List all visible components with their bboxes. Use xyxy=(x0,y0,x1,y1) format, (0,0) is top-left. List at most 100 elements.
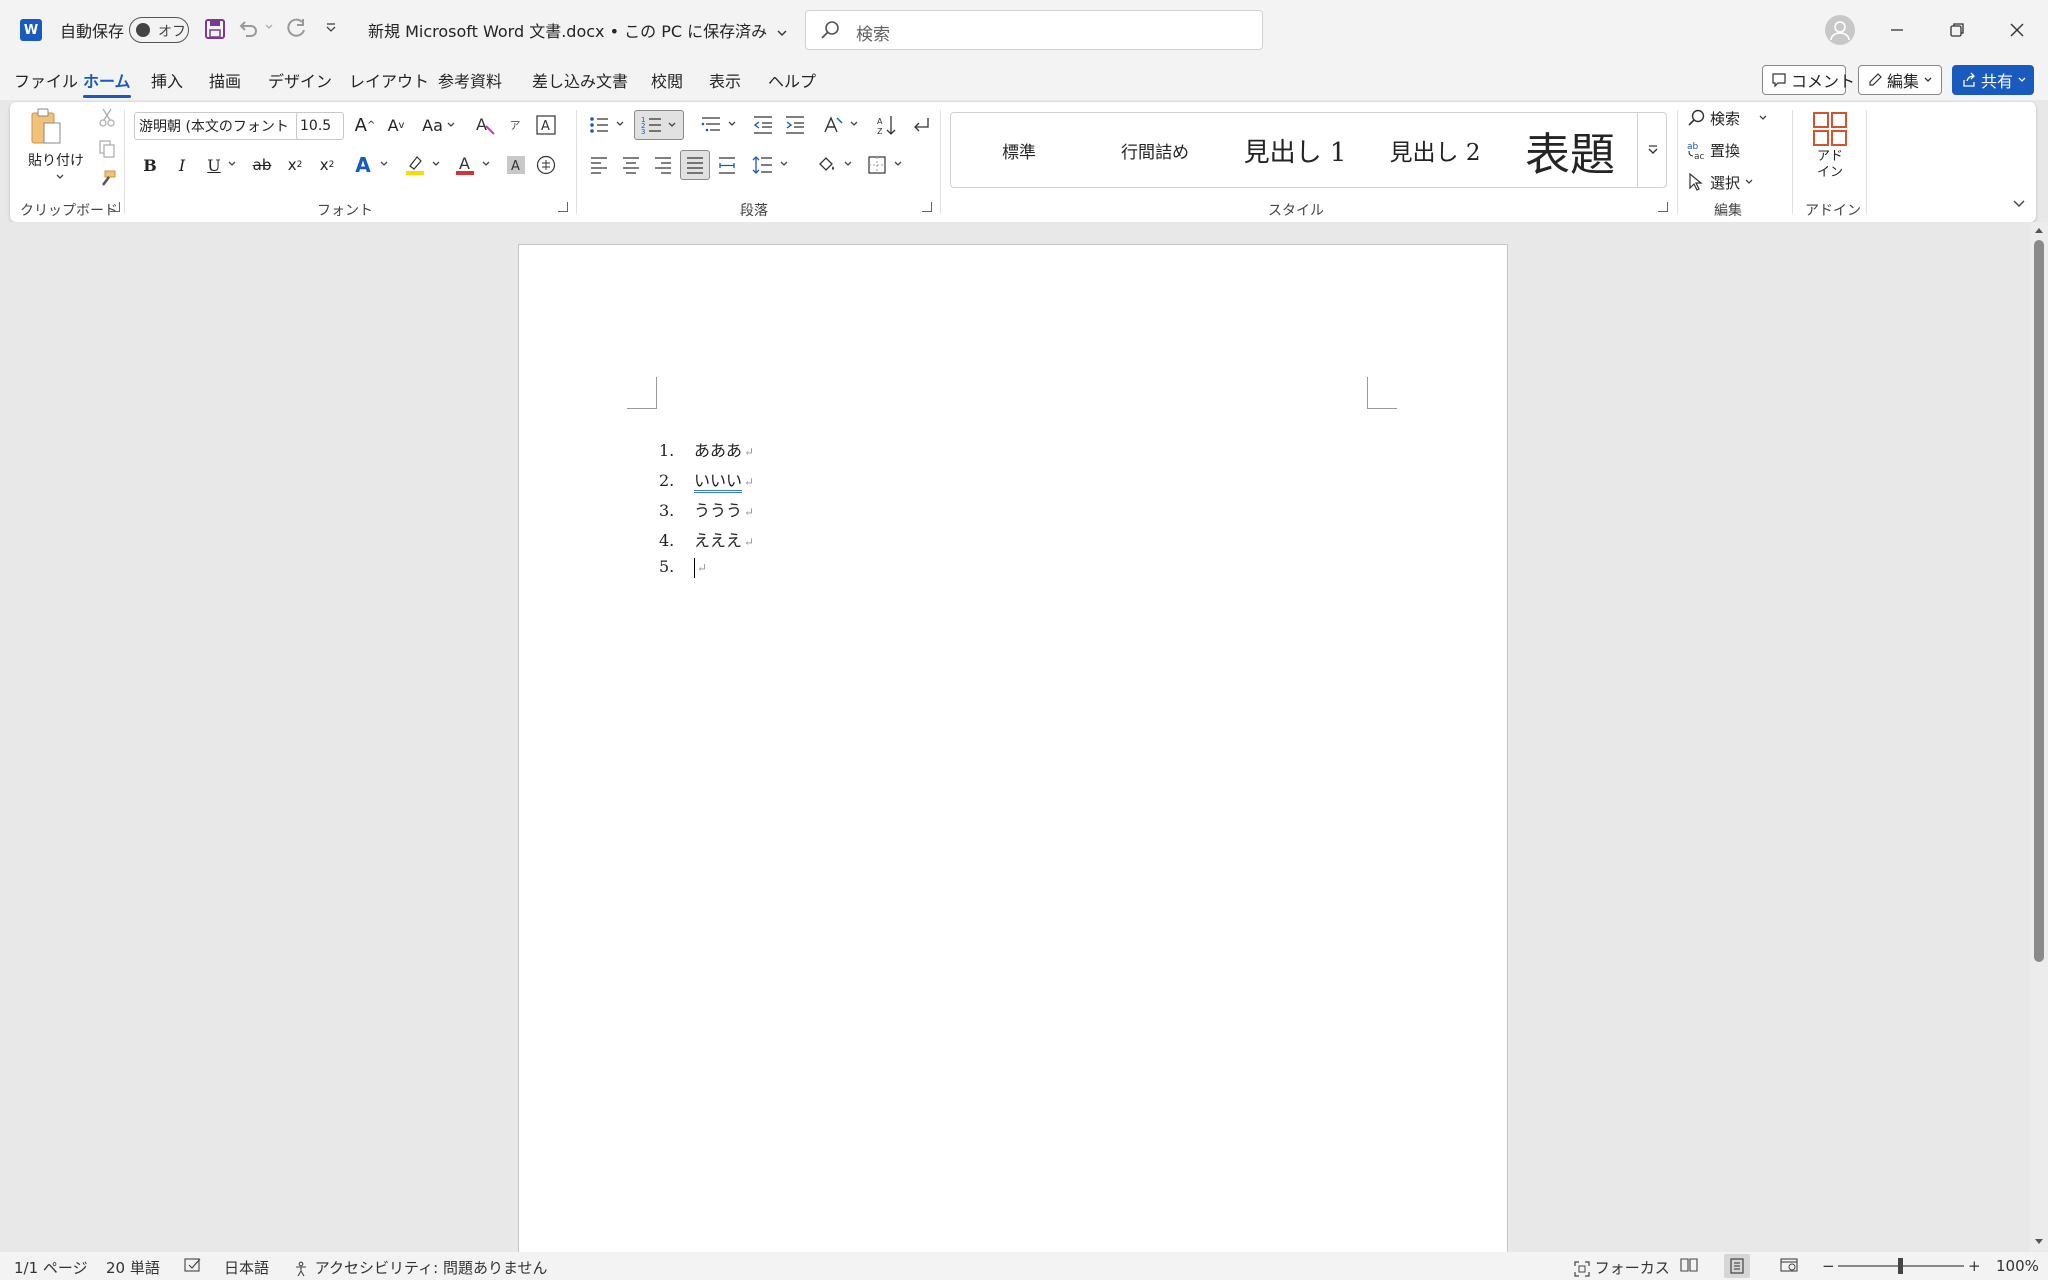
multilevel-dropdown-icon[interactable] xyxy=(726,118,738,130)
show-formatting-marks-icon[interactable] xyxy=(908,112,934,138)
zoom-out-icon[interactable]: − xyxy=(1822,1257,1835,1275)
clear-formatting-icon[interactable]: A xyxy=(472,112,498,138)
paste-button[interactable] xyxy=(28,106,64,148)
asian-layout-icon[interactable] xyxy=(820,112,846,138)
list-item[interactable]: 2. いいい ↵ xyxy=(659,467,754,493)
find-button[interactable]: 検索 xyxy=(1686,106,1786,130)
strikethrough-button[interactable]: ab xyxy=(248,152,276,178)
justify-icon[interactable] xyxy=(680,150,710,180)
align-center-icon[interactable] xyxy=(618,152,644,178)
shading-dropdown-icon[interactable] xyxy=(842,158,854,170)
highlight-icon[interactable] xyxy=(402,152,428,178)
bullets-icon[interactable] xyxy=(586,112,612,138)
style-heading-1[interactable]: 見出し 1 xyxy=(1223,113,1367,187)
list-item[interactable]: 1. あああ ↵ xyxy=(659,437,754,461)
tab-references[interactable]: 参考資料 xyxy=(438,68,502,92)
italic-button[interactable]: I xyxy=(170,152,194,178)
read-mode-icon[interactable] xyxy=(1680,1257,1698,1273)
copy-icon[interactable] xyxy=(96,138,118,160)
align-left-icon[interactable] xyxy=(586,152,612,178)
save-icon[interactable] xyxy=(204,18,226,40)
align-right-icon[interactable] xyxy=(650,152,676,178)
change-case-button[interactable]: Aa xyxy=(419,112,459,138)
scroll-up-icon[interactable] xyxy=(2034,226,2044,234)
scroll-thumb[interactable] xyxy=(2034,240,2044,962)
close-icon[interactable] xyxy=(2005,18,2029,42)
style-no-spacing[interactable]: 行間詰め xyxy=(1087,113,1223,187)
font-size-combo[interactable]: 10.5 xyxy=(296,112,344,140)
page-count[interactable]: 1/1 ページ xyxy=(14,1257,88,1278)
accessibility-status[interactable]: アクセシビリティ: 問題ありません xyxy=(294,1257,548,1278)
add-ins-button[interactable]: アド イン xyxy=(1806,106,1854,186)
language-indicator[interactable]: 日本語 xyxy=(224,1257,269,1278)
paragraph-launcher-icon[interactable] xyxy=(922,202,932,212)
text-effects-button[interactable]: A xyxy=(350,152,376,178)
format-painter-icon[interactable] xyxy=(96,168,118,190)
style-title[interactable]: 表題 xyxy=(1503,113,1637,187)
font-launcher-icon[interactable] xyxy=(558,202,568,212)
autosave-toggle[interactable]: オフ xyxy=(129,17,189,43)
tab-view[interactable]: 表示 xyxy=(709,68,741,92)
increase-indent-icon[interactable] xyxy=(782,112,808,138)
vertical-scrollbar[interactable] xyxy=(2030,222,2048,1251)
text-effects-dropdown-icon[interactable] xyxy=(378,158,390,170)
account-avatar[interactable] xyxy=(1825,15,1855,45)
borders-dropdown-icon[interactable] xyxy=(892,158,904,170)
character-shading-icon[interactable]: A xyxy=(504,152,528,178)
font-color-dropdown-icon[interactable] xyxy=(480,158,492,170)
zoom-in-icon[interactable]: + xyxy=(1968,1257,1981,1275)
paste-dropdown-icon[interactable] xyxy=(54,172,66,182)
edit-mode-button[interactable]: 編集 xyxy=(1858,65,1942,95)
list-text-proofing-flagged[interactable]: いいい xyxy=(694,471,743,493)
style-normal[interactable]: 標準 xyxy=(951,113,1087,187)
enclose-characters-icon[interactable] xyxy=(534,152,558,178)
comment-button[interactable]: コメント xyxy=(1762,65,1855,95)
line-spacing-dropdown-icon[interactable] xyxy=(778,158,790,170)
tab-layout[interactable]: レイアウト xyxy=(349,68,429,92)
bullets-dropdown-icon[interactable] xyxy=(614,118,626,130)
styles-more-button[interactable] xyxy=(1637,113,1667,187)
style-heading-2[interactable]: 見出し 2 xyxy=(1367,113,1503,187)
tab-help[interactable]: ヘルプ xyxy=(768,68,816,92)
restore-icon[interactable] xyxy=(1945,18,1969,42)
zoom-level[interactable]: 100% xyxy=(1996,1257,2039,1275)
font-color-icon[interactable]: A xyxy=(452,152,478,178)
decrease-indent-icon[interactable] xyxy=(750,112,776,138)
tab-draw[interactable]: 描画 xyxy=(209,68,241,92)
tab-review[interactable]: 校閲 xyxy=(651,68,683,92)
document-title[interactable]: 新規 Microsoft Word 文書.docx • この PC に保存済み xyxy=(368,18,788,42)
shrink-font-icon[interactable]: Av xyxy=(384,112,408,138)
clipboard-launcher-icon[interactable] xyxy=(110,202,120,212)
select-button[interactable]: 選択 xyxy=(1686,170,1776,194)
subscript-button[interactable]: x2 xyxy=(282,152,308,178)
styles-launcher-icon[interactable] xyxy=(1658,202,1668,212)
tab-design[interactable]: デザイン xyxy=(268,68,332,92)
redo-icon[interactable] xyxy=(285,16,309,40)
document-page[interactable]: 1. あああ ↵ 2. いいい ↵ 3. ううう ↵ 4. えええ ↵ 5. ↵ xyxy=(518,244,1508,1254)
highlight-dropdown-icon[interactable] xyxy=(430,158,442,170)
line-spacing-icon[interactable] xyxy=(750,152,776,178)
scroll-down-icon[interactable] xyxy=(2034,1238,2044,1246)
undo-dropdown-icon[interactable] xyxy=(264,22,274,32)
minimize-icon[interactable] xyxy=(1885,18,1909,42)
numbering-button-active[interactable]: 123 xyxy=(634,110,684,140)
underline-dropdown-icon[interactable] xyxy=(226,158,238,170)
cut-icon[interactable] xyxy=(96,106,118,128)
multilevel-list-icon[interactable] xyxy=(698,112,724,138)
tab-home[interactable]: ホーム xyxy=(83,68,131,98)
bold-button[interactable]: B xyxy=(138,152,162,178)
undo-icon[interactable] xyxy=(236,16,260,40)
zoom-slider-thumb[interactable] xyxy=(1898,1258,1903,1274)
grow-font-icon[interactable]: A ^ xyxy=(353,112,377,138)
replace-button[interactable]: ab ac 置換 xyxy=(1686,138,1766,162)
list-item[interactable]: 3. ううう ↵ xyxy=(659,497,754,521)
shading-icon[interactable] xyxy=(814,152,840,178)
search-box[interactable]: 検索 xyxy=(805,10,1263,50)
font-name-combo[interactable]: 游明朝 (本文のフォント xyxy=(134,112,304,140)
borders-icon[interactable] xyxy=(864,152,890,178)
underline-button[interactable]: U xyxy=(202,152,226,178)
distributed-icon[interactable] xyxy=(714,152,740,178)
tab-file[interactable]: ファイル xyxy=(14,68,78,92)
collapse-ribbon-icon[interactable] xyxy=(2010,194,2028,212)
asian-layout-dropdown-icon[interactable] xyxy=(848,118,860,130)
